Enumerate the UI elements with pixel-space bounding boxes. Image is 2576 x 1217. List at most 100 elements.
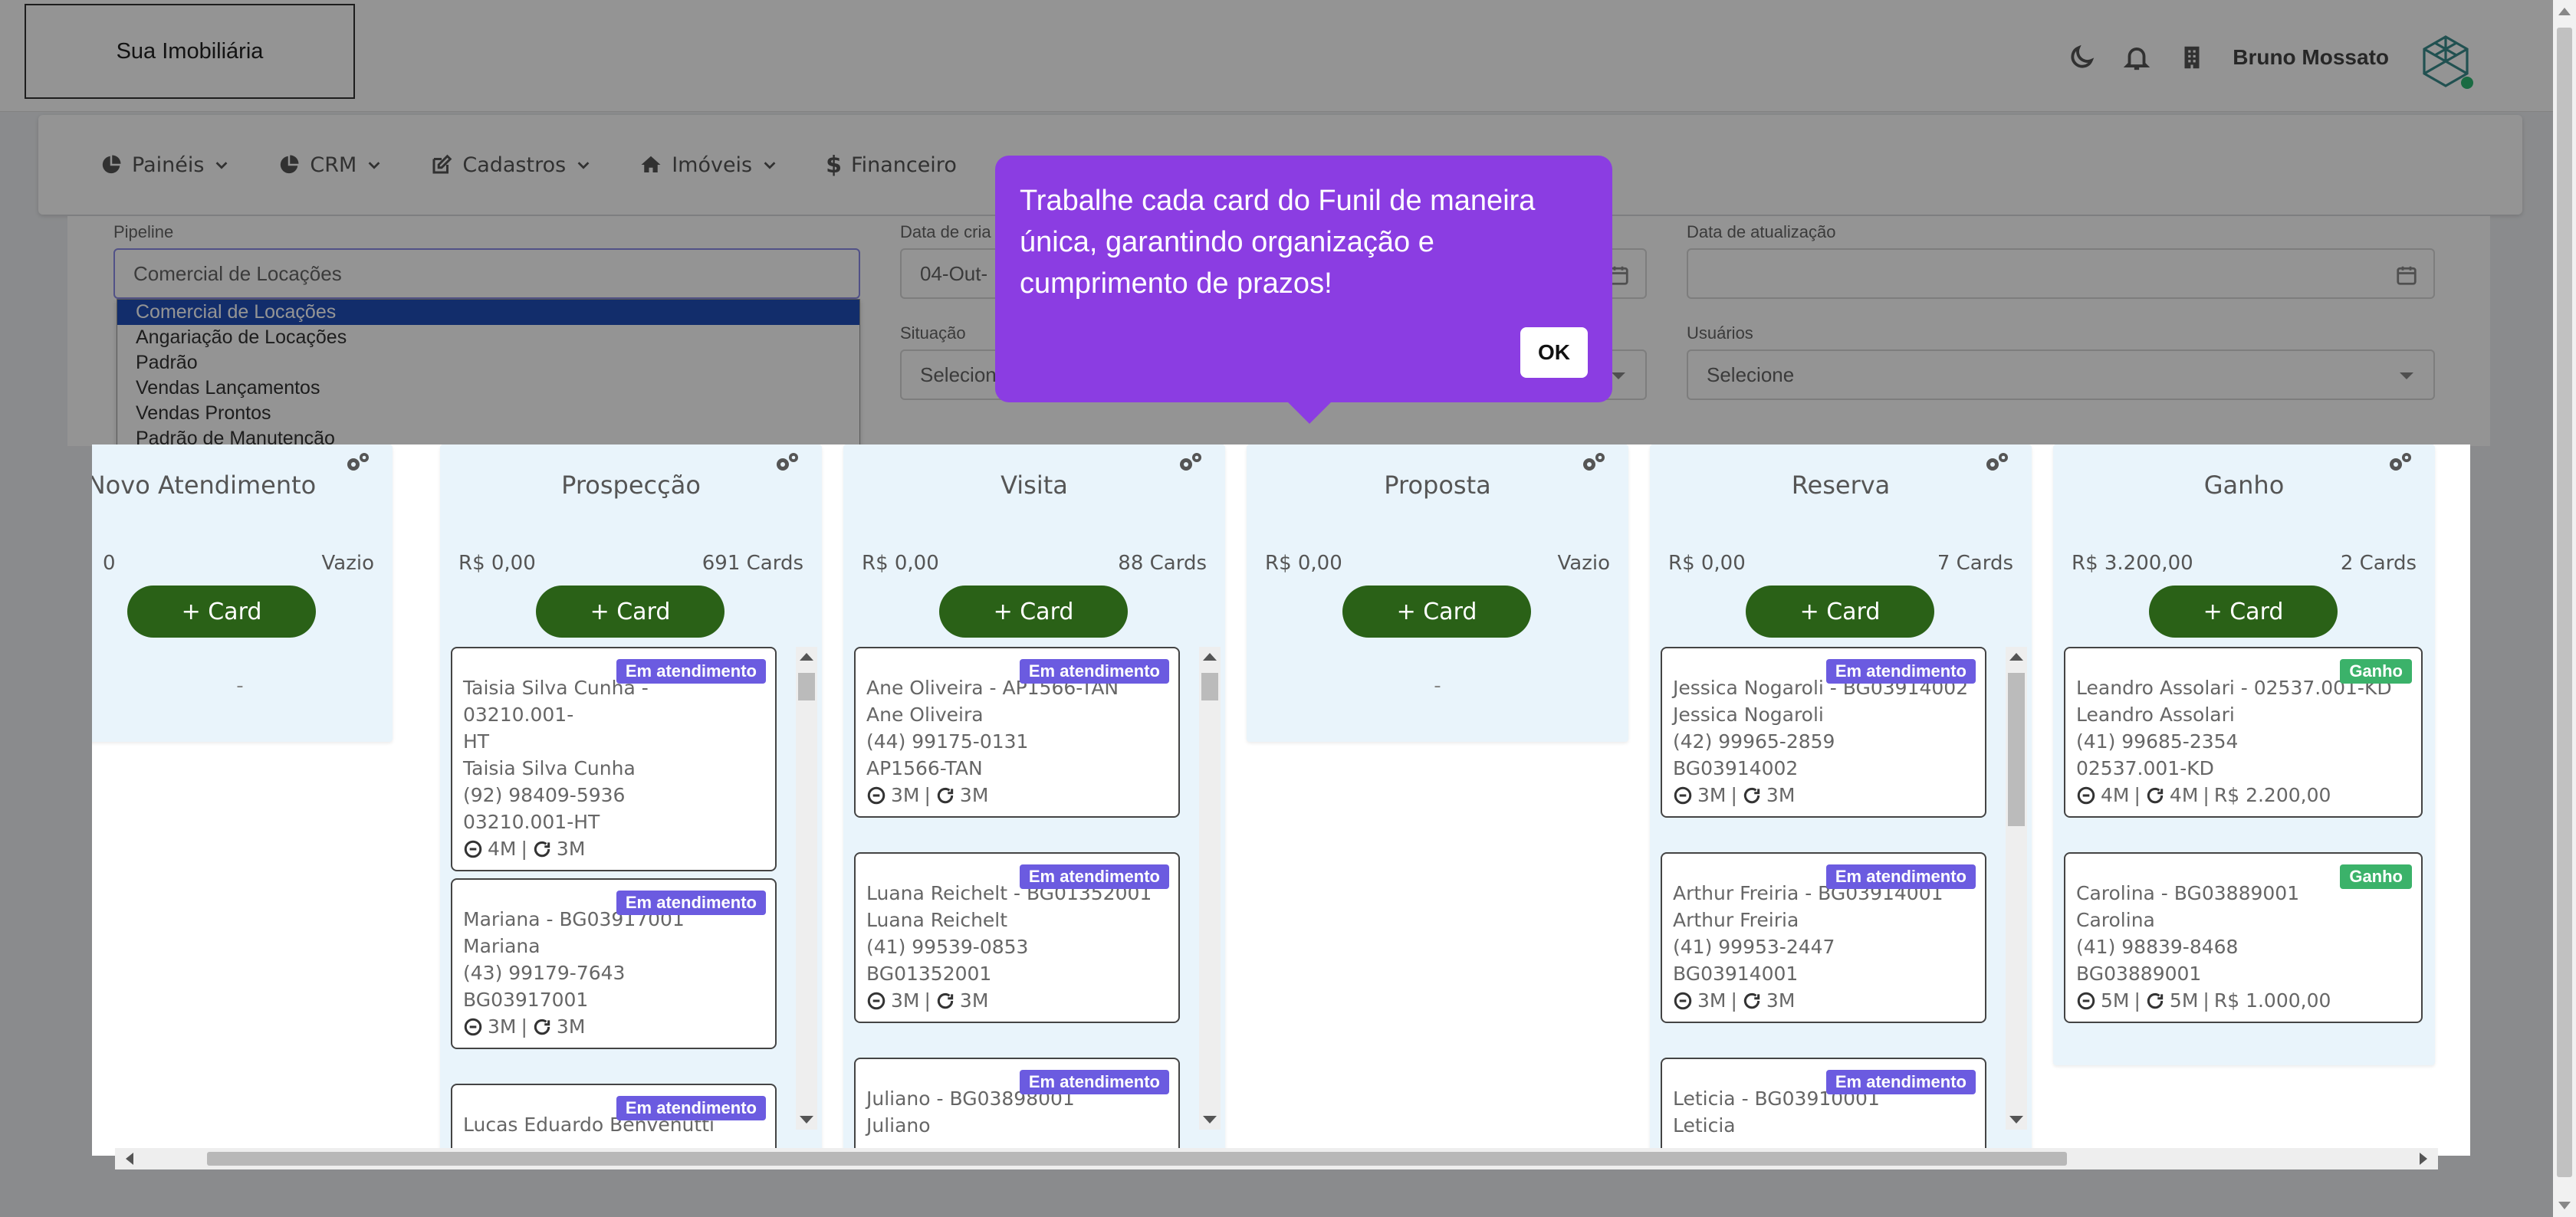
card-meta: 3M | 3M	[1673, 782, 1974, 809]
top-right-actions: Bruno Mossato	[2067, 34, 2469, 80]
lead-card[interactable]: Ganho Leandro Assolari - 02537.001-KD Le…	[2064, 647, 2423, 818]
pipeline-option[interactable]: Angariação de Locações	[117, 325, 859, 350]
nav-financeiro[interactable]: $ Financeiro	[826, 152, 957, 179]
nav-imoveis[interactable]: Imóveis	[639, 153, 778, 177]
scroll-up-arrow[interactable]	[1203, 653, 1217, 661]
moon-icon[interactable]	[2067, 43, 2096, 72]
status-badge: Em atendimento	[616, 891, 766, 915]
gears-icon[interactable]	[1983, 451, 2010, 474]
scroll-down-arrow[interactable]	[1203, 1116, 1217, 1124]
card-phone: (44) 99175-0131	[866, 730, 1029, 753]
nav-label: Financeiro	[851, 153, 957, 177]
lead-card[interactable]: Em atendimento Lucas Eduardo Benvenutti	[451, 1084, 777, 1156]
nav-paineis[interactable]: Painéis	[100, 153, 230, 177]
building-icon[interactable]	[2177, 43, 2206, 72]
calendar-icon[interactable]	[2395, 264, 2418, 287]
users-select[interactable]: Selecione	[1687, 349, 2435, 400]
pipeline-option[interactable]: Vendas Prontos	[117, 401, 859, 426]
pipeline-option[interactable]: Vendas Lançamentos	[117, 376, 859, 401]
update-value: 3M	[959, 784, 989, 806]
lead-card[interactable]: Em atendimento Arthur Freiria - BG039140…	[1661, 852, 1986, 1023]
gears-icon[interactable]	[2386, 451, 2413, 474]
empty-indicator: -	[1434, 674, 1441, 697]
lead-card[interactable]: Em atendimento Jessica Nogaroli - BG0391…	[1661, 647, 1986, 818]
refresh-icon	[534, 841, 550, 857]
add-card-button[interactable]: + Card	[2149, 586, 2338, 638]
ok-button[interactable]: OK	[1520, 327, 1588, 378]
card-code: 02537.001-KD	[2076, 757, 2214, 779]
company-logo[interactable]: Sua Imobiliária	[25, 4, 355, 99]
column-scrollbar[interactable]	[1199, 647, 1221, 1130]
gears-icon[interactable]	[1176, 451, 1204, 474]
avatar[interactable]	[2415, 31, 2476, 92]
age-value: 3M	[1697, 784, 1727, 806]
board-horizontal-scrollbar[interactable]	[115, 1148, 2438, 1169]
scroll-up-arrow[interactable]	[800, 653, 813, 661]
nav-crm[interactable]: CRM	[278, 153, 383, 177]
add-card-button[interactable]: + Card	[1342, 586, 1531, 638]
add-card-button[interactable]: + Card	[1746, 586, 1934, 638]
update-value: 3M	[556, 1015, 586, 1038]
clock-icon	[867, 992, 886, 1009]
scrollbar-thumb[interactable]	[207, 1152, 2067, 1166]
chevron-down-icon	[216, 162, 228, 169]
column-title: Visita	[1001, 471, 1068, 500]
clock-icon	[867, 786, 886, 804]
scrollbar-thumb[interactable]	[2008, 673, 2025, 826]
card-phone: (41) 99539-0853	[866, 936, 1029, 958]
column-scrollbar[interactable]	[2006, 647, 2027, 1130]
clock-icon	[464, 840, 482, 858]
scrollbar-thumb[interactable]	[1201, 673, 1218, 700]
page-scrollbar[interactable]	[2553, 0, 2576, 1217]
scroll-down-arrow[interactable]	[800, 1116, 813, 1124]
pipeline-option[interactable]: Comercial de Locações	[117, 300, 859, 325]
lead-card[interactable]: Em atendimento Ane Oliveira - AP1566-TAN…	[854, 647, 1180, 818]
updated-date-field[interactable]	[1687, 248, 2435, 299]
pipeline-option[interactable]: Padrão	[117, 350, 859, 376]
lead-card[interactable]: Em atendimento Luana Reichelt - BG013520…	[854, 852, 1180, 1023]
card-title-cont: HT	[463, 730, 490, 753]
lead-card[interactable]: Em atendimento Juliano - BG03898001 Juli…	[854, 1058, 1180, 1156]
card-meta: 5M | 5M | R$ 1.000,00	[2076, 987, 2410, 1014]
scroll-right-arrow[interactable]	[2420, 1153, 2427, 1165]
scroll-down-arrow[interactable]	[2558, 1202, 2571, 1209]
scrollbar-thumb[interactable]	[2557, 28, 2572, 1177]
pipeline-options: Comercial de Locações Angariação de Loca…	[117, 299, 860, 452]
lead-card[interactable]: Em atendimento Taisia Silva Cunha - 0321…	[451, 647, 777, 871]
add-card-button[interactable]: + Card	[536, 586, 724, 638]
scroll-up-arrow[interactable]	[2558, 8, 2571, 15]
dollar-icon: $	[826, 151, 843, 179]
scrollbar-thumb[interactable]	[798, 673, 815, 700]
card-code: BG03917001	[463, 989, 589, 1011]
refresh-icon	[1743, 787, 1760, 803]
column-scrollbar[interactable]	[796, 647, 817, 1130]
add-card-button[interactable]: + Card	[939, 586, 1128, 638]
lead-card[interactable]: Ganho Carolina - BG03889001 Carolina (41…	[2064, 852, 2423, 1023]
column-title: Novo Atendimento	[92, 471, 317, 500]
bell-icon[interactable]	[2122, 43, 2151, 72]
clock-icon	[464, 1018, 482, 1035]
nav-cadastros[interactable]: Cadastros	[430, 153, 592, 177]
card-code: BG03889001	[2076, 963, 2202, 985]
scroll-up-arrow[interactable]	[2009, 653, 2023, 661]
tooltip-arrow	[1288, 402, 1331, 424]
chevron-down-icon	[577, 162, 590, 169]
gears-icon[interactable]	[773, 451, 800, 474]
scroll-left-arrow[interactable]	[126, 1153, 133, 1165]
add-card-button[interactable]: + Card	[127, 586, 316, 638]
nav-label: Painéis	[132, 153, 205, 177]
pipeline-value: Comercial de Locações	[133, 261, 342, 285]
lead-card[interactable]: Em atendimento Mariana - BG03917001 Mari…	[451, 878, 777, 1049]
pipeline-select[interactable]: Comercial de Locações	[113, 248, 860, 299]
updated-date-label: Data de atualização	[1687, 222, 1836, 241]
gears-icon[interactable]	[343, 451, 371, 474]
column-count: 88 Cards	[1118, 552, 1207, 575]
user-name[interactable]: Bruno Mossato	[2233, 45, 2389, 70]
gears-icon[interactable]	[1579, 451, 1607, 474]
card-meta: 3M | 3M	[463, 1013, 764, 1040]
scroll-down-arrow[interactable]	[2009, 1116, 2023, 1124]
lead-card[interactable]: Em atendimento Leticia - BG03910001 Leti…	[1661, 1058, 1986, 1156]
age-value: 3M	[488, 1015, 517, 1038]
status-badge: Em atendimento	[1825, 864, 1976, 889]
card-contact-name: Ane Oliveira	[866, 704, 984, 726]
